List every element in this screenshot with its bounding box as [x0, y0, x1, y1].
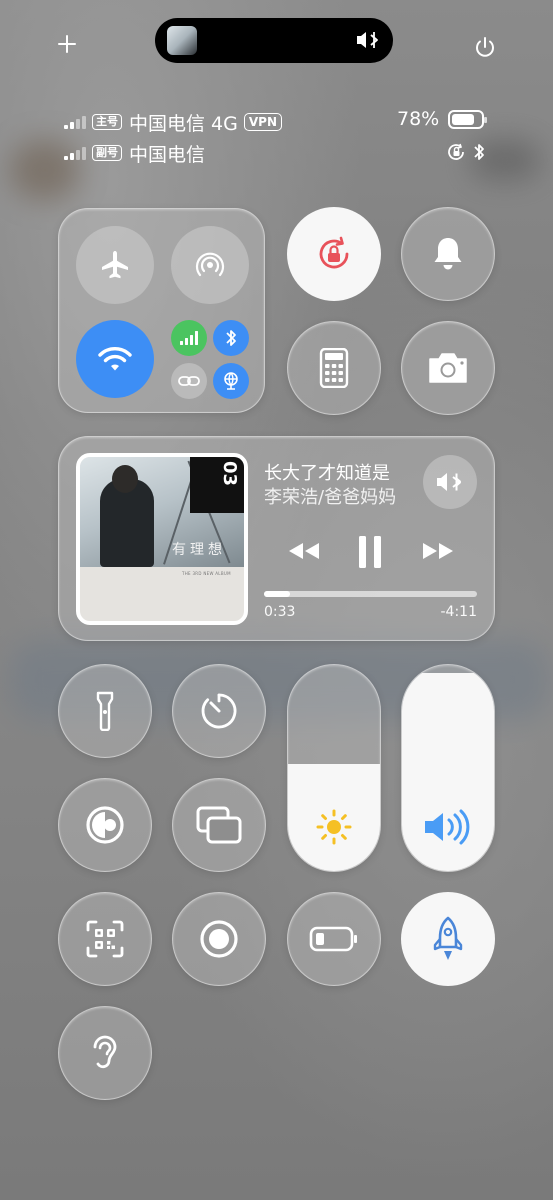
battery-icon [448, 110, 487, 129]
screen-record-button[interactable] [172, 892, 266, 986]
calculator-icon [319, 348, 349, 388]
network-globe-icon [224, 372, 238, 390]
album-subtitle: THE 3RD NEW ALBUM [182, 571, 231, 576]
signal-bars-icon [64, 146, 86, 160]
brightness-slider[interactable] [287, 664, 381, 872]
airplane-icon [102, 251, 128, 279]
next-button[interactable] [418, 535, 458, 567]
speaker-bluetooth-icon [357, 32, 378, 48]
screen-mirroring-button[interactable] [172, 778, 266, 872]
album-thumb [167, 26, 197, 55]
bluetooth-status-icon [474, 144, 484, 160]
qr-scanner-icon [86, 920, 124, 958]
signal-bars-icon [64, 115, 86, 129]
album-label: 03 [190, 457, 244, 513]
album-head [112, 465, 138, 493]
rotation-lock-icon [319, 236, 349, 269]
network-button[interactable] [213, 363, 249, 399]
camera-button[interactable] [401, 321, 495, 415]
sim2-carrier: 中国电信 [129, 143, 206, 166]
playback-progress-fill [264, 591, 290, 597]
hearing-icon [93, 1035, 117, 1069]
previous-button[interactable] [284, 535, 324, 567]
brightness-icon [316, 809, 352, 845]
sim2-status: 副号 中国电信 [64, 141, 206, 166]
sim1-badge: 主号 [92, 114, 122, 130]
bell-icon [434, 238, 462, 270]
speaker-bluetooth-icon [437, 473, 461, 491]
album-art[interactable]: 03 有理想 THE 3RD NEW ALBUM [76, 453, 248, 625]
rotation-lock-button[interactable] [287, 207, 381, 301]
wifi-icon [98, 347, 132, 371]
hearing-button[interactable] [58, 1006, 152, 1100]
screen-record-icon [200, 920, 238, 958]
pause-icon [359, 536, 381, 568]
power-icon[interactable] [474, 36, 496, 58]
bluetooth-button[interactable] [213, 320, 249, 356]
link-button[interactable] [171, 363, 207, 399]
elapsed-time: 0:33 [264, 604, 296, 620]
airdrop-button[interactable] [171, 226, 249, 304]
dynamic-island[interactable] [155, 18, 393, 63]
low-power-icon [309, 926, 357, 952]
add-icon[interactable] [56, 33, 78, 55]
rocket-icon [433, 916, 463, 960]
timer-button[interactable] [172, 664, 266, 758]
rotation-lock-status-icon [448, 143, 464, 160]
bluetooth-icon [226, 330, 236, 346]
color-filter-icon [86, 806, 124, 844]
low-power-button[interactable] [287, 892, 381, 986]
rewind-icon [289, 543, 319, 559]
airdrop-icon [195, 252, 225, 277]
timer-icon [201, 693, 237, 729]
volume-slider[interactable] [401, 664, 495, 872]
link-icon [178, 376, 200, 386]
song-title: 长大了才知道是 [264, 463, 390, 484]
battery-percent: 78% [397, 108, 440, 130]
flashlight-icon [96, 691, 114, 731]
cellular-data-button[interactable] [171, 320, 207, 356]
vpn-badge: VPN [243, 113, 282, 131]
album-number: 03 [219, 461, 240, 487]
rocket-boost-button[interactable] [401, 892, 495, 986]
camera-icon [429, 353, 467, 383]
color-filter-button[interactable] [58, 778, 152, 872]
qr-scanner-button[interactable] [58, 892, 152, 986]
sim1-status: 主号 中国电信 4G VPN [64, 110, 282, 135]
flashlight-button[interactable] [58, 664, 152, 758]
battery-level [452, 114, 474, 125]
screen-mirroring-icon [196, 806, 242, 844]
pause-button[interactable] [350, 530, 390, 574]
airplane-mode-button[interactable] [76, 226, 154, 304]
album-title: 有理想 [172, 542, 226, 558]
cellular-data-icon [180, 331, 198, 345]
sim2-badge: 副号 [92, 145, 122, 161]
sim1-carrier: 中国电信 4G [129, 112, 238, 135]
audio-output-button[interactable] [423, 455, 477, 509]
fast-forward-icon [423, 543, 453, 559]
calculator-button[interactable] [287, 321, 381, 415]
playback-progress[interactable] [264, 591, 477, 597]
song-artist: 李荣浩/爸爸妈妈 [264, 487, 397, 508]
remaining-time: -4:11 [440, 604, 478, 620]
volume-icon [425, 809, 470, 845]
wifi-button[interactable] [76, 320, 154, 398]
silent-mode-button[interactable] [401, 207, 495, 301]
